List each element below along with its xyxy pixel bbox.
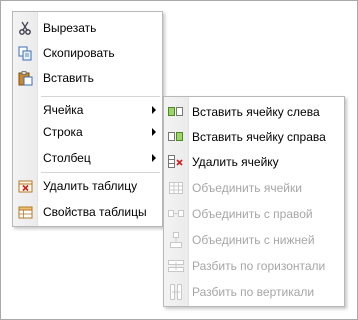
submenu-item-label: Вставить ячейку слева [192, 105, 320, 119]
menu-item-column[interactable]: Столбец [13, 147, 162, 169]
menu-item-paste[interactable]: Вставить [13, 67, 162, 89]
insert-cell-right-icon [168, 129, 184, 145]
submenu-item-label: Разбить по горизонтали [192, 259, 326, 273]
submenu-item-label: Объединить ячейки [192, 181, 302, 195]
split-horizontal-icon [168, 258, 184, 274]
submenu-item-insert-cell-right[interactable]: Вставить ячейку справа [164, 126, 344, 148]
submenu-item-label: Удалить ячейку [192, 155, 279, 169]
submenu-item-merge-down[interactable]: Объединить с нижней [164, 229, 344, 251]
copy-icon [17, 45, 33, 61]
menu-item-table-properties[interactable]: Свойства таблицы [13, 201, 162, 223]
delete-cell-icon [168, 154, 184, 170]
submenu-arrow-icon [152, 106, 156, 114]
submenu-item-merge-right[interactable]: Объединить с правой [164, 203, 344, 225]
submenu-item-split-horizontal[interactable]: Разбить по горизонтали [164, 255, 344, 277]
submenu-item-delete-cell[interactable]: Удалить ячейку [164, 151, 344, 173]
merge-cells-icon [168, 180, 184, 196]
insert-cell-left-icon [168, 104, 184, 120]
merge-right-icon [168, 206, 184, 222]
menu-item-delete-table[interactable]: Удалить таблицу [13, 175, 162, 197]
menu-separator [41, 96, 160, 97]
menu-item-label: Удалить таблицу [43, 179, 138, 193]
menu-item-label: Строка [43, 125, 83, 139]
menu-item-row[interactable]: Строка [13, 121, 162, 143]
menu-item-label: Ячейка [43, 103, 84, 117]
delete-table-icon [17, 178, 33, 194]
menu-item-label: Вырезать [43, 21, 97, 35]
split-vertical-icon [168, 284, 184, 300]
submenu-item-split-vertical[interactable]: Разбить по вертикали [164, 281, 344, 303]
menu-item-label: Столбец [43, 151, 91, 165]
submenu-item-label: Вставить ячейку справа [192, 130, 326, 144]
menu-item-cut[interactable]: Вырезать [13, 17, 162, 39]
menu-item-label: Свойства таблицы [43, 205, 147, 219]
submenu-arrow-icon [152, 128, 156, 136]
submenu-arrow-icon [152, 154, 156, 162]
menu-item-cell[interactable]: Ячейка [13, 99, 162, 121]
submenu-item-merge-cells[interactable]: Объединить ячейки [164, 177, 344, 199]
table-properties-icon [17, 204, 33, 220]
scissors-icon [17, 20, 33, 36]
menu-item-label: Скопировать [43, 46, 115, 60]
submenu-item-insert-cell-left[interactable]: Вставить ячейку слева [164, 101, 344, 123]
table-context-menu: Вырезать Скопировать Вставить Ячейка Стр… [12, 11, 163, 227]
cell-submenu: Вставить ячейку слева Вставить ячейку сп… [163, 96, 345, 307]
menu-item-copy[interactable]: Скопировать [13, 42, 162, 64]
menu-item-label: Вставить [43, 71, 94, 85]
submenu-item-label: Разбить по вертикали [192, 285, 315, 299]
paste-icon [17, 70, 33, 86]
submenu-item-label: Объединить с нижней [192, 233, 315, 247]
menu-separator [41, 172, 160, 173]
merge-down-icon [168, 232, 184, 248]
submenu-item-label: Объединить с правой [192, 207, 313, 221]
